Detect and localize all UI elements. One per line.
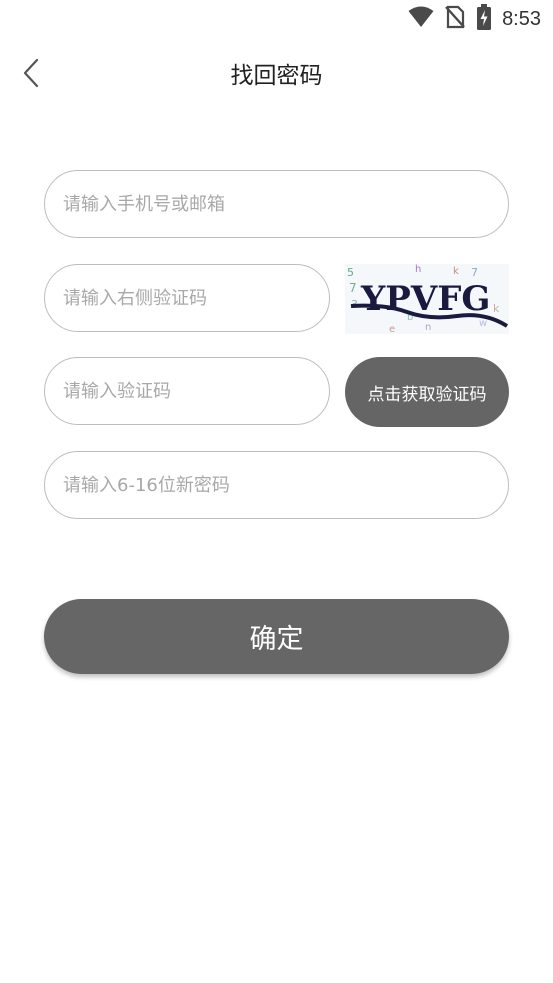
- status-time: 8:53: [502, 7, 541, 30]
- sms-code-field: [44, 357, 330, 425]
- svg-text:5: 5: [347, 266, 354, 279]
- get-code-button[interactable]: 点击获取验证码: [345, 357, 509, 427]
- svg-text:n: n: [425, 322, 431, 333]
- wifi-icon: [408, 6, 434, 32]
- account-input[interactable]: [61, 192, 492, 216]
- battery-charging-icon: [476, 4, 492, 34]
- svg-text:h: h: [415, 264, 421, 275]
- svg-text:7: 7: [471, 266, 478, 279]
- status-bar: 8:53: [0, 0, 553, 38]
- confirm-button[interactable]: 确定: [44, 599, 509, 674]
- new-password-field: [44, 451, 509, 519]
- account-field: [44, 170, 509, 238]
- captcha-image[interactable]: 5 h k 7 7 3 u k e b n w YPVFG: [345, 264, 509, 335]
- svg-text:k: k: [493, 302, 500, 315]
- new-password-input[interactable]: [61, 473, 492, 497]
- svg-text:e: e: [389, 324, 395, 334]
- nav-bar: 找回密码: [0, 38, 553, 108]
- svg-text:w: w: [479, 318, 487, 329]
- svg-text:7: 7: [349, 281, 357, 295]
- captcha-text: YPVFG: [360, 279, 490, 319]
- captcha-field: [44, 264, 330, 332]
- no-sim-icon: [444, 5, 466, 33]
- page-title: 找回密码: [230, 63, 323, 89]
- sms-code-input[interactable]: [61, 379, 313, 403]
- svg-text:k: k: [453, 266, 459, 277]
- status-icons: 8:53: [408, 4, 541, 34]
- captcha-input[interactable]: [61, 286, 313, 310]
